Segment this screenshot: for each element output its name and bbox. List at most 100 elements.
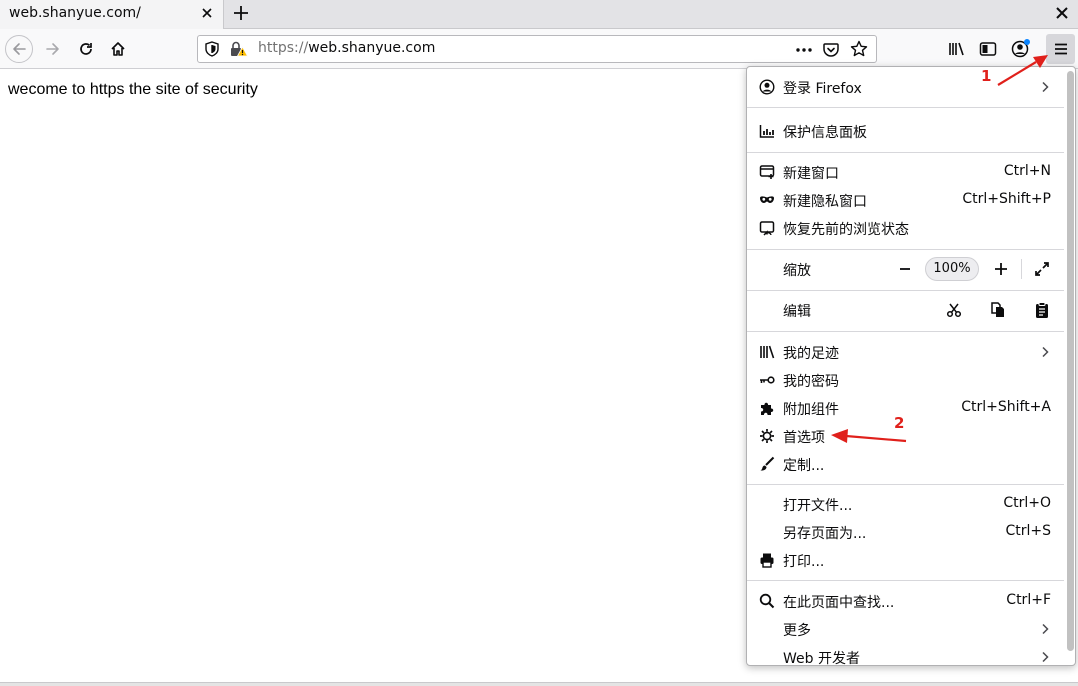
zoom-reset-button[interactable]: 100% xyxy=(925,257,979,281)
menu-item-new-window[interactable]: 新建窗口 Ctrl+N xyxy=(747,158,1064,186)
restore-session-icon xyxy=(759,220,775,236)
menu-item-print[interactable]: 打印... xyxy=(747,546,1064,574)
copy-icon[interactable] xyxy=(989,301,1007,319)
menu-item-shortcut: Ctrl+S xyxy=(1005,523,1051,539)
menu-row-zoom: 缩放 100% xyxy=(747,255,1064,283)
new-tab-icon[interactable] xyxy=(231,3,251,23)
menu-item-addons[interactable]: 附加组件 Ctrl+Shift+A xyxy=(747,394,1064,422)
chevron-right-icon xyxy=(1040,623,1050,635)
chevron-right-icon xyxy=(1040,651,1050,663)
zoom-in-button[interactable] xyxy=(991,259,1011,279)
chart-icon xyxy=(759,123,775,139)
chevron-right-icon xyxy=(1040,346,1050,358)
menu-item-logins[interactable]: 我的密码 xyxy=(747,366,1064,394)
back-button[interactable] xyxy=(5,35,33,63)
chevron-right-icon xyxy=(1040,81,1050,93)
zoom-out-button[interactable] xyxy=(895,259,915,279)
menu-item-shortcut: Ctrl+F xyxy=(1006,592,1051,608)
menu-item-shortcut: Ctrl+Shift+P xyxy=(962,191,1051,207)
menu-separator xyxy=(747,290,1064,291)
gear-icon xyxy=(759,428,775,444)
annotation-step-1: 1 xyxy=(981,67,992,85)
menu-item-restore-session[interactable]: 恢复先前的浏览状态 xyxy=(747,214,1064,242)
url-host: web.shanyue.com xyxy=(308,40,436,56)
menu-item-label: 保护信息面板 xyxy=(783,125,867,141)
menu-item-label: 恢复先前的浏览状态 xyxy=(783,222,909,238)
menu-item-label: 登录 Firefox xyxy=(783,81,862,97)
edit-label: 编辑 xyxy=(783,304,811,320)
forward-arrow-icon xyxy=(46,43,59,55)
menu-item-web-developer[interactable]: Web 开发者 xyxy=(747,643,1064,666)
open-menu-button[interactable] xyxy=(1046,34,1075,64)
sidebar-icon xyxy=(979,42,997,56)
account-button[interactable] xyxy=(1006,35,1034,63)
account-icon xyxy=(759,79,775,95)
tab-title: web.shanyue.com/ xyxy=(9,5,141,21)
home-button[interactable] xyxy=(104,35,132,63)
url-text[interactable]: https://web.shanyue.com xyxy=(258,40,435,56)
menu-separator xyxy=(747,331,1064,332)
menu-item-label: 新建窗口 xyxy=(783,166,839,182)
menu-item-label: 另存页面为... xyxy=(783,526,867,542)
menu-item-label: 定制... xyxy=(783,458,825,474)
menu-item-label: 附加组件 xyxy=(783,402,839,418)
library-button[interactable] xyxy=(943,35,971,63)
menu-item-label: 新建隐私窗口 xyxy=(783,194,867,210)
sidebar-button[interactable] xyxy=(974,35,1002,63)
url-bar[interactable]: https://web.shanyue.com xyxy=(197,35,877,63)
menu-separator xyxy=(747,249,1064,250)
menu-item-customize[interactable]: 定制... xyxy=(747,450,1064,478)
notification-dot xyxy=(1024,39,1030,45)
fullscreen-icon[interactable] xyxy=(1032,259,1052,279)
zoom-divider xyxy=(1021,259,1022,279)
menu-item-label: Web 开发者 xyxy=(783,651,860,666)
menu-separator xyxy=(747,484,1064,485)
shield-icon[interactable] xyxy=(204,41,220,57)
menu-item-label: 我的足迹 xyxy=(783,346,839,362)
forward-button[interactable] xyxy=(39,35,67,63)
menu-item-library[interactable]: 我的足迹 xyxy=(747,338,1064,366)
menu-item-label: 首选项 xyxy=(783,430,825,446)
menu-item-label: 打印... xyxy=(783,554,825,570)
insecure-lock-icon[interactable] xyxy=(230,41,249,57)
status-strip xyxy=(0,682,1078,686)
home-icon xyxy=(111,42,125,56)
menu-item-find[interactable]: 在此页面中查找... Ctrl+F xyxy=(747,587,1064,615)
menu-item-new-private-window[interactable]: 新建隐私窗口 Ctrl+Shift+P xyxy=(747,186,1064,214)
panel-scrollbar[interactable] xyxy=(1067,71,1074,651)
menu-item-label: 在此页面中查找... xyxy=(783,595,895,611)
page-text: wecome to https the site of security xyxy=(8,81,258,98)
zoom-label: 缩放 xyxy=(783,263,811,279)
library-icon xyxy=(949,42,964,56)
menu-item-more[interactable]: 更多 xyxy=(747,615,1064,643)
menu-item-sign-in[interactable]: 登录 Firefox xyxy=(747,73,1064,101)
puzzle-icon xyxy=(759,400,775,416)
cut-icon[interactable] xyxy=(945,301,963,319)
more-dots-icon[interactable] xyxy=(794,42,814,58)
reload-button[interactable] xyxy=(72,35,100,63)
menu-item-label: 打开文件... xyxy=(783,498,853,514)
browser-tab[interactable]: web.shanyue.com/ xyxy=(0,0,224,29)
app-menu-panel: 登录 Firefox 保护信息面板 新建窗口 Ctrl+N 新建隐私窗口 Ctr… xyxy=(746,66,1076,666)
close-tab-icon[interactable] xyxy=(198,4,216,22)
menu-item-shortcut: Ctrl+N xyxy=(1003,163,1051,179)
search-icon xyxy=(759,593,775,609)
printer-icon xyxy=(759,552,775,568)
window-close-icon[interactable] xyxy=(1055,6,1069,20)
menu-item-save-page[interactable]: 另存页面为... Ctrl+S xyxy=(747,518,1064,546)
menu-item-shortcut: Ctrl+Shift+A xyxy=(961,399,1051,415)
pocket-icon[interactable] xyxy=(822,41,840,59)
paste-icon[interactable] xyxy=(1033,301,1051,319)
menu-item-open-file[interactable]: 打开文件... Ctrl+O xyxy=(747,490,1064,518)
annotation-step-2: 2 xyxy=(894,414,905,432)
menu-row-edit: 编辑 xyxy=(747,296,1064,324)
menu-item-preferences[interactable]: 首选项 xyxy=(747,422,1064,450)
library-icon xyxy=(759,344,775,360)
menu-item-protections[interactable]: 保护信息面板 xyxy=(747,117,1064,145)
key-icon xyxy=(759,372,775,388)
url-scheme: https:// xyxy=(258,40,309,56)
tab-strip: web.shanyue.com/ xyxy=(0,0,1078,29)
navigation-toolbar: https://web.shanyue.com xyxy=(0,29,1078,69)
star-icon[interactable] xyxy=(850,40,868,58)
back-arrow-icon xyxy=(13,43,26,55)
